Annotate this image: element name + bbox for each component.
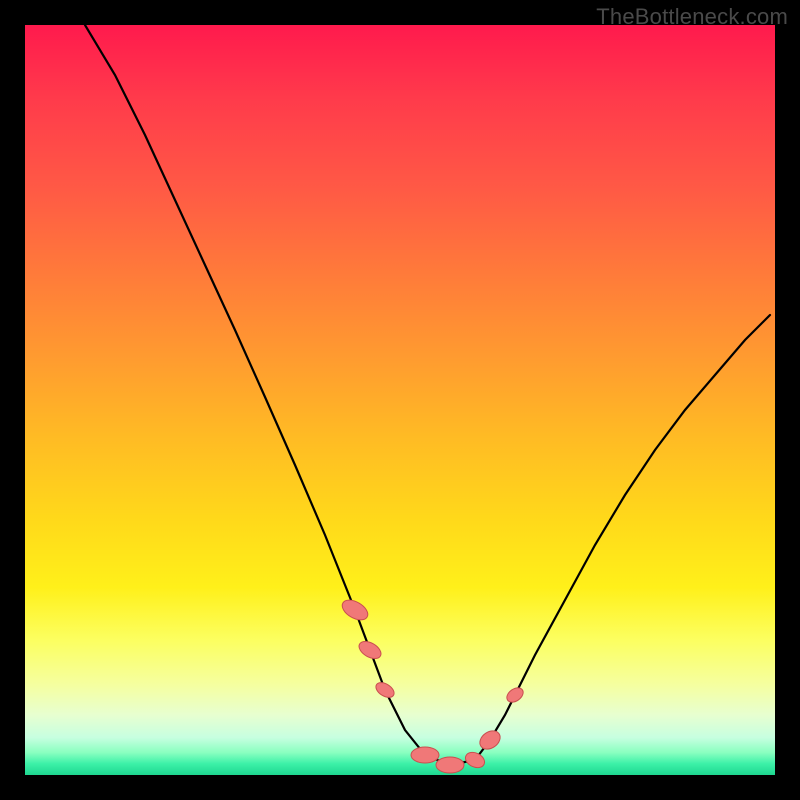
- watermark-text: TheBottleneck.com: [596, 4, 788, 30]
- curve-marker: [339, 596, 371, 624]
- bottleneck-curve-path: [85, 25, 770, 765]
- curve-marker: [373, 680, 396, 701]
- curve-marker: [476, 727, 503, 753]
- curve-marker: [463, 749, 487, 770]
- curve-marker: [504, 685, 526, 705]
- curve-marker: [436, 757, 464, 773]
- curve-marker: [411, 747, 439, 763]
- bottleneck-curve-svg: [25, 25, 775, 775]
- curve-marker-group: [339, 596, 526, 773]
- curve-marker: [356, 638, 384, 662]
